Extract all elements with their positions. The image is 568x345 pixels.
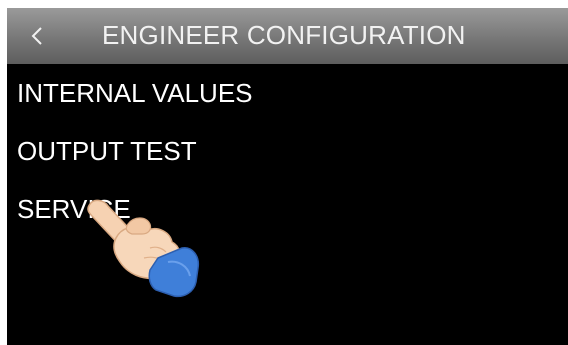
title-bar: ENGINEER CONFIGURATION [7, 8, 568, 64]
page-title: ENGINEER CONFIGURATION [102, 20, 466, 50]
back-button[interactable] [17, 14, 57, 58]
menu-item-service[interactable]: SERVICE [7, 180, 568, 238]
menu-list: INTERNAL VALUES OUTPUT TEST SERVICE [7, 64, 568, 238]
device-screen: ENGINEER CONFIGURATION INTERNAL VALUES O… [7, 8, 568, 345]
chevron-left-icon [31, 27, 42, 45]
menu-item-output-test[interactable]: OUTPUT TEST [7, 122, 568, 180]
menu-item-internal-values[interactable]: INTERNAL VALUES [7, 64, 568, 122]
